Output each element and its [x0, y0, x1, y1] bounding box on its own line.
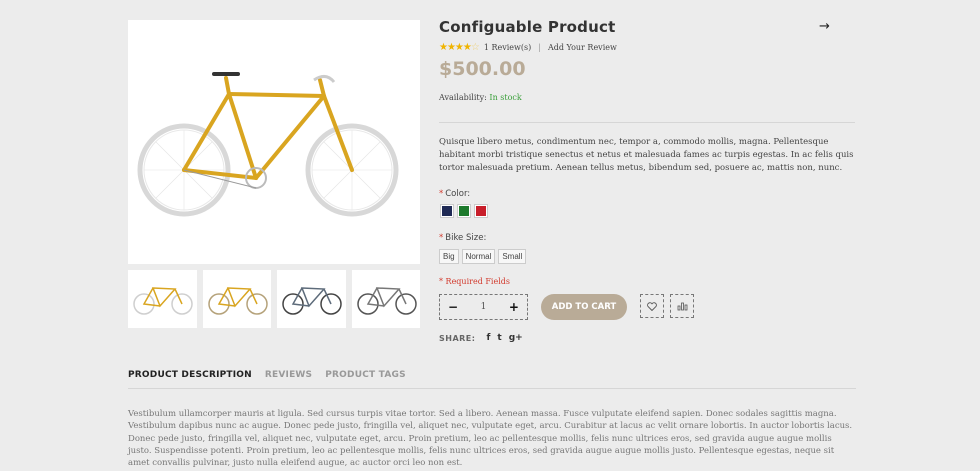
googleplus-icon[interactable]: g+: [509, 333, 523, 343]
size-small-button[interactable]: Small: [498, 249, 527, 264]
separator: |: [538, 43, 541, 52]
reviews-link[interactable]: 1 Review(s): [484, 43, 531, 52]
availability-label: Availability:: [439, 93, 487, 102]
size-options: Big Normal Small: [439, 249, 527, 264]
size-big-button[interactable]: Big: [439, 249, 459, 264]
divider: [439, 122, 855, 123]
compare-button[interactable]: [670, 294, 694, 318]
tab-product-description[interactable]: PRODUCT DESCRIPTION: [128, 370, 252, 380]
tab-reviews[interactable]: REVIEWS: [265, 370, 312, 380]
wishlist-button[interactable]: [640, 294, 664, 318]
product-description-text: Vestibulum ullamcorper mauris at ligula.…: [128, 409, 853, 469]
availability: Availability: In stock: [439, 93, 522, 102]
thumbnail-1[interactable]: [128, 270, 197, 328]
product-info: Configuable Product: [439, 18, 855, 36]
color-swatch-green[interactable]: [457, 204, 471, 218]
required-fields-note: * Required Fields: [439, 277, 510, 286]
bicycle-thumb-image: [282, 287, 342, 315]
required-mark: *: [439, 189, 444, 199]
qty-minus-button[interactable]: −: [448, 300, 458, 314]
size-option-label: * Bike Size:: [439, 233, 486, 243]
add-review-link[interactable]: Add Your Review: [548, 43, 617, 52]
thumbnail-4[interactable]: [351, 270, 420, 328]
bicycle-image: [137, 72, 399, 217]
bicycle-thumb-image: [133, 287, 193, 315]
bicycle-thumb-image: [207, 287, 268, 315]
facebook-icon[interactable]: f: [486, 333, 490, 343]
qty-plus-button[interactable]: +: [509, 300, 519, 314]
availability-value: In stock: [489, 93, 522, 102]
add-to-cart-button[interactable]: ADD TO CART: [541, 294, 627, 320]
arrow-right-icon[interactable]: →: [819, 19, 830, 34]
tab-product-tags[interactable]: PRODUCT TAGS: [325, 370, 406, 380]
color-swatches: [440, 204, 488, 218]
thumbnail-strip: [128, 270, 420, 328]
thumbnail-3[interactable]: [277, 270, 346, 328]
thumbnail-2[interactable]: [202, 270, 271, 328]
bicycle-thumb-image: [356, 287, 417, 315]
size-label-text: Bike Size:: [445, 233, 487, 243]
color-label-text: Color:: [445, 189, 471, 199]
rating-row: ★★★★☆ 1 Review(s) | Add Your Review: [439, 42, 617, 53]
color-swatch-navy[interactable]: [440, 204, 454, 218]
color-option-label: * Color:: [439, 189, 470, 199]
color-swatch-red[interactable]: [474, 204, 488, 218]
quantity-stepper: − 1 +: [439, 294, 528, 320]
twitter-icon[interactable]: t: [497, 333, 501, 343]
product-title: Configuable Product: [439, 18, 616, 36]
short-description: Quisque libero metus, condimentum nec, t…: [439, 137, 854, 173]
compare-chart-icon: [677, 302, 687, 311]
product-main-image[interactable]: [128, 20, 420, 264]
product-price: $500.00: [439, 58, 526, 80]
share-row: SHARE: f t g+: [439, 333, 523, 343]
qty-input[interactable]: 1: [481, 302, 487, 312]
required-mark: *: [439, 233, 444, 243]
product-tabs: PRODUCT DESCRIPTION REVIEWS PRODUCT TAGS: [128, 370, 406, 380]
rating-stars: ★★★★☆: [439, 42, 480, 53]
size-normal-button[interactable]: Normal: [461, 249, 496, 264]
share-label: SHARE:: [439, 333, 476, 343]
tabs-divider: [128, 388, 856, 389]
heart-icon: [647, 301, 657, 311]
